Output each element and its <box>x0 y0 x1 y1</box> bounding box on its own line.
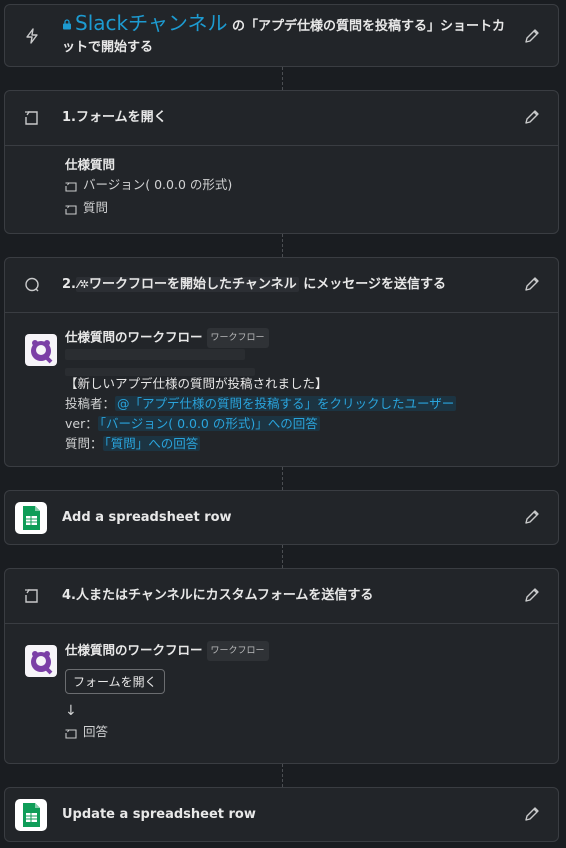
magic-wand-icon: ⁄✲ <box>77 278 90 291</box>
lock-icon <box>62 16 72 30</box>
message-line: 投稿者： @「アプデ仕様の質問を投稿する」をクリックしたユーザー <box>65 396 457 411</box>
connector <box>282 764 283 787</box>
redacted-line <box>65 364 558 376</box>
variable-chip: 「質問」への回答 <box>102 436 201 451</box>
edit-pencil-icon[interactable] <box>523 27 543 47</box>
trigger-channel-link[interactable]: Slackチャンネル <box>75 11 228 35</box>
edit-pencil-icon[interactable] <box>523 586 543 606</box>
connector <box>282 545 283 568</box>
message-line: 質問： 「質問」への回答 <box>65 436 201 451</box>
step-send-message-card[interactable]: 2. ⁄✲ワークフローを開始したチャンネル にメッセージを送信する 仕様質問のワー… <box>4 257 559 467</box>
trigger-card[interactable]: Slackチャンネル の「アプデ仕様の質問を投稿する」ショートカットで開始する <box>4 4 559 67</box>
field-icon <box>65 726 79 739</box>
result-label: 回答 <box>83 724 109 739</box>
message-headline: 【新しいアプデ仕様の質問が投稿されました】 <box>65 376 328 391</box>
workflow-tag: ワークフロー <box>206 328 269 348</box>
step-custom-form-card[interactable]: 4.人またはチャンネルにカスタムフォームを送信する 仕様質問のワークフロー ワーク… <box>4 568 559 764</box>
edit-pencil-icon[interactable] <box>523 805 543 825</box>
form-field: 質問 <box>65 198 558 218</box>
variable-chip: @「アプデ仕様の質問を投稿する」をクリックしたユーザー <box>115 396 457 411</box>
field-icon <box>65 202 79 215</box>
edit-pencil-icon[interactable] <box>523 508 543 528</box>
step-update-row-card[interactable]: Update a spreadsheet row <box>4 787 559 842</box>
workflow-tag: ワークフロー <box>206 641 269 661</box>
message-line: ver： 「バージョン( 0.0.0 の形式)」への回答 <box>65 416 320 431</box>
trigger-description: Slackチャンネル の「アプデ仕様の質問を投稿する」ショートカットで開始する <box>62 13 508 58</box>
step-title: Add a spreadsheet row <box>62 510 232 525</box>
edit-pencil-icon[interactable] <box>523 275 543 295</box>
form-icon <box>22 586 42 606</box>
arrow-down-icon: ↓ <box>65 703 77 719</box>
connector <box>282 234 283 257</box>
field-label: 質問 <box>83 200 109 215</box>
field-label: バージョン( 0.0.0 の形式) <box>83 177 233 192</box>
open-form-button[interactable]: フォームを開く <box>65 669 165 694</box>
form-title: 仕様質問 <box>65 157 116 172</box>
result-field: 回答 <box>65 722 558 742</box>
form-field: バージョン( 0.0.0 の形式) <box>65 175 558 195</box>
form-icon <box>22 108 42 128</box>
connector <box>282 67 283 90</box>
channel-chip: ⁄✲ワークフローを開始したチャンネル <box>75 277 299 292</box>
step-add-row-card[interactable]: Add a spreadsheet row <box>4 490 559 545</box>
sender-name: 仕様質問のワークフロー <box>65 329 203 345</box>
sender-name: 仕様質問のワークフロー <box>65 642 203 658</box>
message-icon <box>22 275 42 295</box>
step-open-form-card[interactable]: 1.フォームを開く 仕様質問 バージョン( 0.0.0 の形式) 質問 <box>4 90 559 234</box>
field-icon <box>65 179 79 192</box>
step-title: 2. ⁄✲ワークフローを開始したチャンネル にメッセージを送信する <box>62 277 446 292</box>
edit-pencil-icon[interactable] <box>523 108 543 128</box>
step-title: 1.フォームを開く <box>62 110 167 125</box>
redacted-line <box>65 348 558 364</box>
step-title: 4.人またはチャンネルにカスタムフォームを送信する <box>62 588 374 603</box>
connector <box>282 467 283 490</box>
lightning-icon <box>22 26 42 46</box>
step-title: Update a spreadsheet row <box>62 807 256 822</box>
variable-chip: 「バージョン( 0.0.0 の形式)」への回答 <box>97 416 320 431</box>
